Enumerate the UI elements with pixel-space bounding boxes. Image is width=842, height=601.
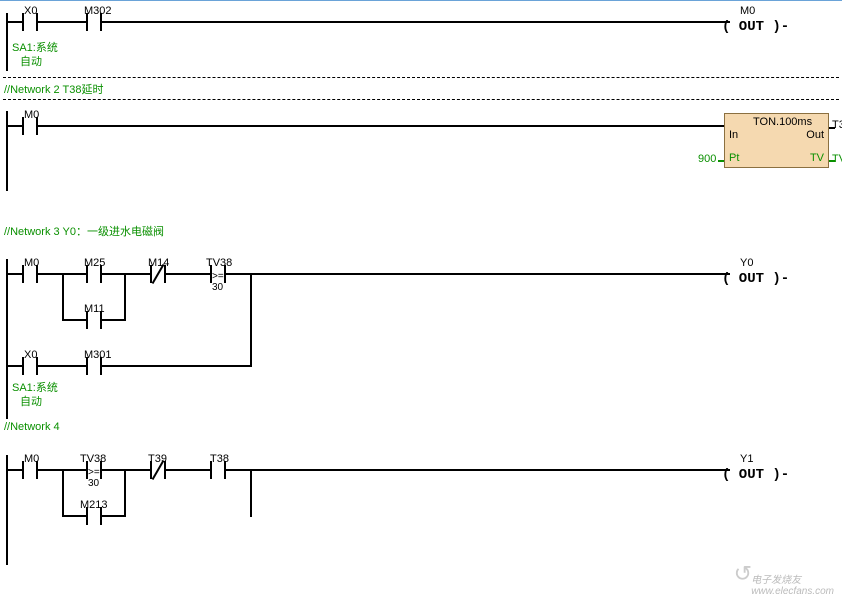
fb-pin-in: In xyxy=(729,129,738,141)
coil-label-y1: Y1 xyxy=(740,453,753,465)
wire xyxy=(102,21,730,23)
watermark-brand: 电子发烧友 xyxy=(751,575,801,586)
contact-no xyxy=(86,357,102,375)
contact-no xyxy=(22,117,38,135)
fb-pin-out: Out xyxy=(806,129,824,141)
branch xyxy=(62,273,64,321)
contact-no xyxy=(22,265,38,283)
watermark-url: www.elecfans.com xyxy=(751,586,834,597)
contact-no xyxy=(86,265,102,283)
wire-param xyxy=(718,160,724,162)
divider xyxy=(3,99,839,100)
wire-param xyxy=(829,160,835,162)
wire xyxy=(102,515,126,517)
wire xyxy=(8,21,22,23)
branch xyxy=(124,469,126,517)
coil-label-m0: M0 xyxy=(740,5,755,17)
comment-sa1-2: 自动 xyxy=(20,53,42,69)
wire xyxy=(8,469,22,471)
wire xyxy=(226,469,730,471)
watermark-logo: ↺ xyxy=(734,561,752,587)
contact-no xyxy=(22,357,38,375)
fb-pin-tv: TV xyxy=(810,152,824,164)
contact-nc xyxy=(150,265,166,283)
compare-op: >= xyxy=(212,271,224,282)
divider xyxy=(3,77,839,78)
fb-pin-pt: Pt xyxy=(729,152,739,164)
contact-no xyxy=(86,311,102,329)
fb-pt-value: 900 xyxy=(698,153,716,165)
wire xyxy=(8,365,22,367)
fb-title: TON.100ms xyxy=(753,116,812,128)
network4-title: //Network 4 xyxy=(4,421,60,433)
wire xyxy=(38,365,86,367)
compare-val: 30 xyxy=(212,282,223,293)
wire xyxy=(62,515,86,517)
wire xyxy=(8,273,22,275)
branch xyxy=(250,273,252,367)
wire xyxy=(829,127,835,129)
wire xyxy=(102,273,150,275)
contact-no xyxy=(86,507,102,525)
wire xyxy=(38,125,724,127)
network2-title: //Network 2 T38延时 xyxy=(4,81,103,97)
contact-no xyxy=(86,13,102,31)
compare-op: >= xyxy=(88,467,100,478)
coil-out: ( OUT )- xyxy=(722,19,789,35)
wire xyxy=(38,21,86,23)
contact-nc xyxy=(150,461,166,479)
spacer xyxy=(124,515,252,517)
contact-no xyxy=(22,13,38,31)
branch xyxy=(250,469,252,517)
wire xyxy=(102,469,150,471)
contact-no xyxy=(210,461,226,479)
wire xyxy=(226,273,730,275)
left-rail xyxy=(6,455,8,565)
function-block-ton: TON.100ms In Out Pt TV xyxy=(724,113,829,168)
branch xyxy=(124,273,126,321)
coil-label-y0: Y0 xyxy=(740,257,753,269)
network3-title: //Network 3 Y0：一级进水电磁阀 xyxy=(4,223,164,239)
fb-out-value: T38 xyxy=(832,119,842,131)
comment-sa1-2: 自动 xyxy=(20,393,42,409)
contact-no xyxy=(22,461,38,479)
branch xyxy=(62,469,64,517)
wire xyxy=(166,469,210,471)
wire xyxy=(62,319,86,321)
coil-out: ( OUT )- xyxy=(722,271,789,287)
left-rail xyxy=(6,259,8,419)
compare-val: 30 xyxy=(88,478,99,489)
coil-out: ( OUT )- xyxy=(722,467,789,483)
wire xyxy=(166,273,210,275)
fb-tv-value: TV38 xyxy=(832,153,842,165)
ladder-canvas: X0 M302 M0 ( OUT )- SA1:系统 自动 //Network … xyxy=(0,0,842,601)
wire xyxy=(102,365,252,367)
left-rail xyxy=(6,111,8,191)
wire xyxy=(102,319,126,321)
wire xyxy=(8,125,22,127)
watermark: 电子发烧友 www.elecfans.com xyxy=(751,571,834,597)
